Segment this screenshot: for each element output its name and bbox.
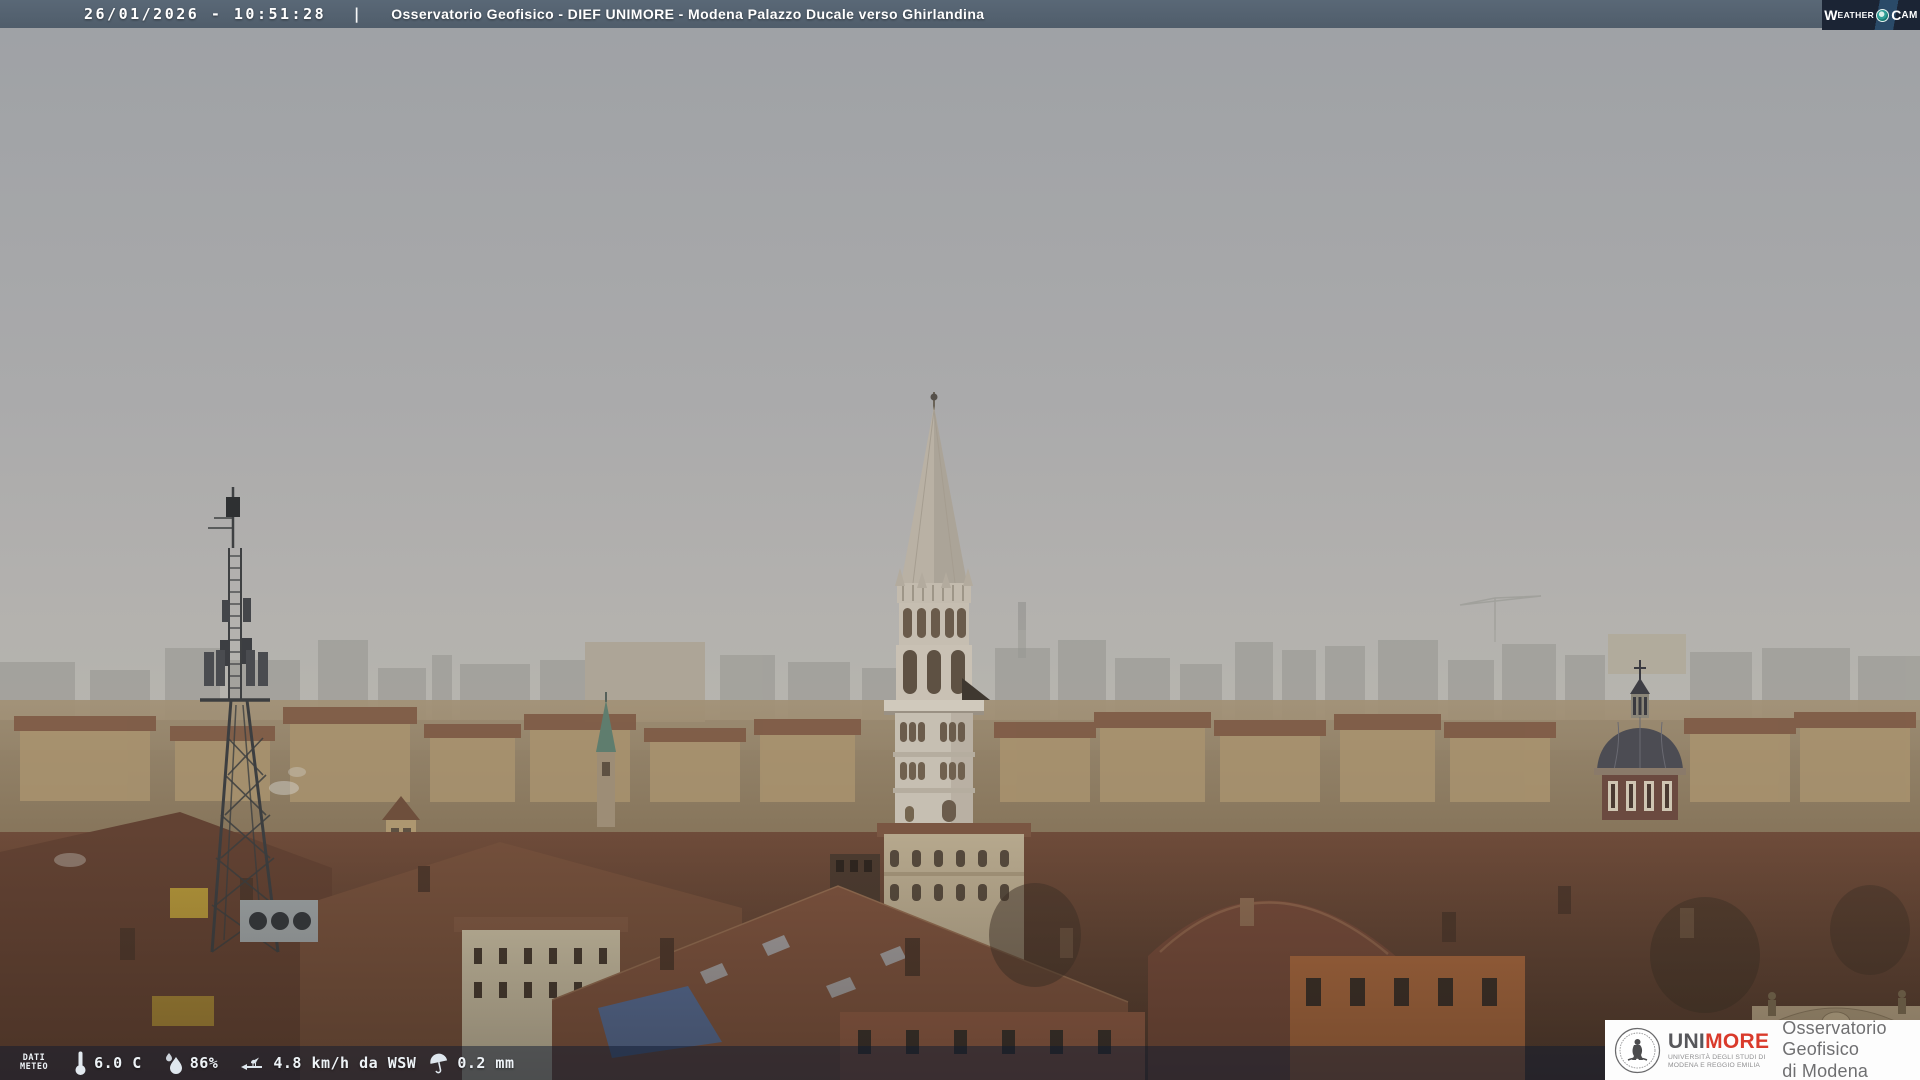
weathercam-cam-text: AM [1901, 10, 1917, 21]
unimore-wordmark: UNIMORE UNIVERSITÀ DEGLI STUDI DI MODENA… [1668, 1031, 1769, 1070]
weathercam-cam-initial: C [1891, 7, 1901, 23]
webcam-page: 26/01/2026 - 10:51:28 | Osservatorio Geo… [0, 0, 1920, 1080]
rain-icon [427, 1049, 453, 1077]
unimore-branding[interactable]: UNIMORE UNIVERSITÀ DEGLI STUDI DI MODENA… [1605, 1020, 1920, 1080]
unimore-seal-icon [1614, 1027, 1661, 1074]
wind-vane-icon [238, 1052, 266, 1074]
wind-value: 4.8 km/h da WSW [273, 1054, 416, 1072]
precipitation-reading: 0.2 mm [429, 1051, 514, 1075]
humidity-icon [164, 1051, 183, 1075]
header-bar: 26/01/2026 - 10:51:28 | Osservatorio Geo… [0, 0, 1920, 28]
timestamp: 26/01/2026 - 10:51:28 [84, 5, 326, 23]
weather-data-label: DATI METEO [20, 1054, 48, 1073]
humidity-reading: 86% [164, 1051, 219, 1075]
temperature-value: 6.0 C [94, 1054, 142, 1072]
unimore-uni-text: UNI [1668, 1030, 1705, 1053]
precipitation-value: 0.2 mm [457, 1054, 514, 1072]
weathercam-logo[interactable]: W EATHER C AM [1822, 0, 1920, 30]
unimore-subtitle: UNIVERSITÀ DEGLI STUDI DI MODENA E REGGI… [1668, 1054, 1769, 1070]
page-title: Osservatorio Geofisico - DIEF UNIMORE - … [391, 6, 984, 22]
unimore-more-text: MORE [1705, 1030, 1769, 1053]
camera-lens-icon [1876, 9, 1889, 22]
observatory-name: Osservatorio Geofisico di Modena [1782, 1018, 1920, 1080]
humidity-value: 86% [190, 1054, 219, 1072]
weathercam-weather-initial: W [1824, 7, 1837, 23]
weathercam-weather-text: EATHER [1838, 10, 1875, 20]
separator: | [352, 5, 361, 23]
wind-reading: 4.8 km/h da WSW [238, 1052, 416, 1074]
thermometer-icon [74, 1050, 87, 1076]
temperature-reading: 6.0 C [74, 1050, 142, 1076]
webcam-photo [0, 0, 1920, 1080]
